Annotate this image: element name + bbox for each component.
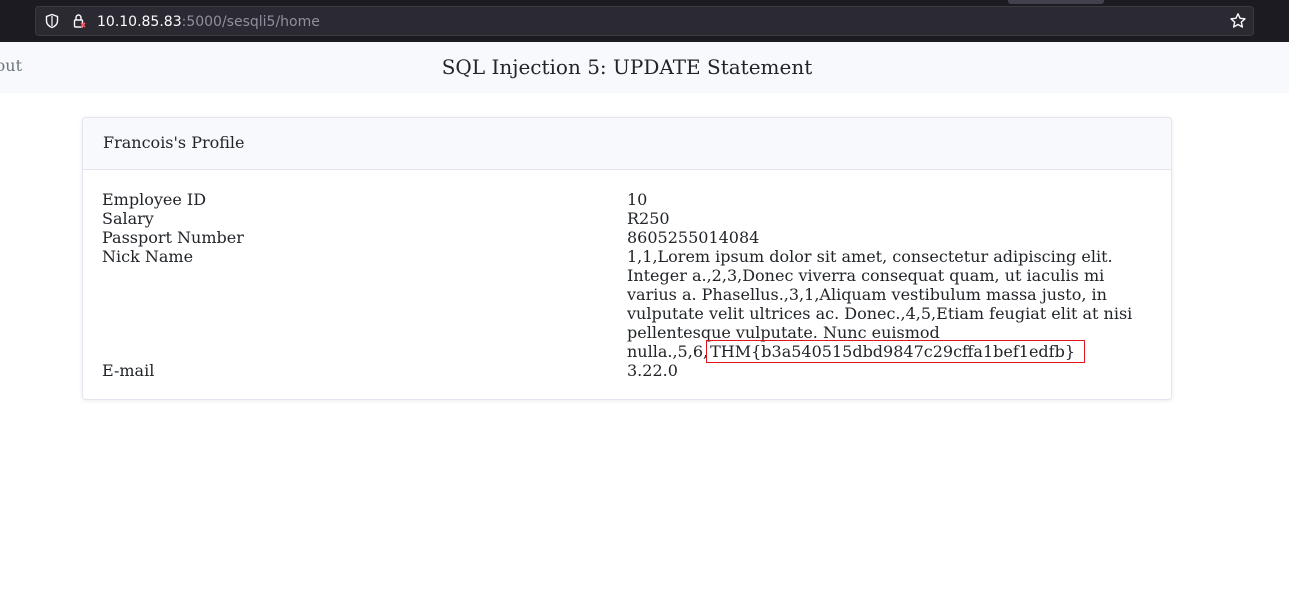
url-path: :5000/sesqli5/home <box>181 14 320 30</box>
page-header: out SQL Injection 5: UPDATE Statement <box>0 42 1289 93</box>
field-value: 1,1,Lorem ipsum dolor sit amet, consecte… <box>627 247 1152 363</box>
browser-toolbar: 10.10.85.83:5000/sesqli5/home <box>0 0 1289 42</box>
field-label: Salary <box>102 209 154 228</box>
shield-icon[interactable] <box>44 13 60 29</box>
field-label: Passport Number <box>102 228 244 247</box>
page-title: SQL Injection 5: UPDATE Statement <box>441 55 813 79</box>
field-value: R250 <box>627 209 670 228</box>
field-value: 10 <box>627 190 648 209</box>
field-label: Nick Name <box>102 247 194 266</box>
profile-details: Employee ID 10 Salary R250 Passport Numb… <box>102 190 1152 380</box>
field-value: 8605255014084 <box>627 228 760 247</box>
url-host: 10.10.85.83 <box>97 14 182 30</box>
field-label: E-mail <box>102 361 155 380</box>
profile-card-title: Francois's Profile <box>83 118 1171 170</box>
bookmark-star-icon[interactable] <box>1229 12 1247 30</box>
field-label: Employee ID <box>102 190 207 209</box>
field-row-employee-id: Employee ID 10 <box>102 190 1152 209</box>
address-bar[interactable]: 10.10.85.83:5000/sesqli5/home <box>35 6 1254 36</box>
flag-highlight: THM{b3a540515dbd9847c29cffa1bef1edfb} <box>706 340 1085 363</box>
url-text[interactable]: 10.10.85.83:5000/sesqli5/home <box>97 13 320 31</box>
field-row-salary: Salary R250 <box>102 209 1152 228</box>
field-row-nick-name: Nick Name 1,1,Lorem ipsum dolor sit amet… <box>102 247 1152 363</box>
field-row-passport-number: Passport Number 8605255014084 <box>102 228 1152 247</box>
field-row-email: E-mail 3.22.0 <box>102 361 1152 380</box>
lock-icon[interactable] <box>71 13 87 29</box>
field-value: 3.22.0 <box>627 361 678 380</box>
tab-indicator[interactable] <box>1008 0 1104 4</box>
